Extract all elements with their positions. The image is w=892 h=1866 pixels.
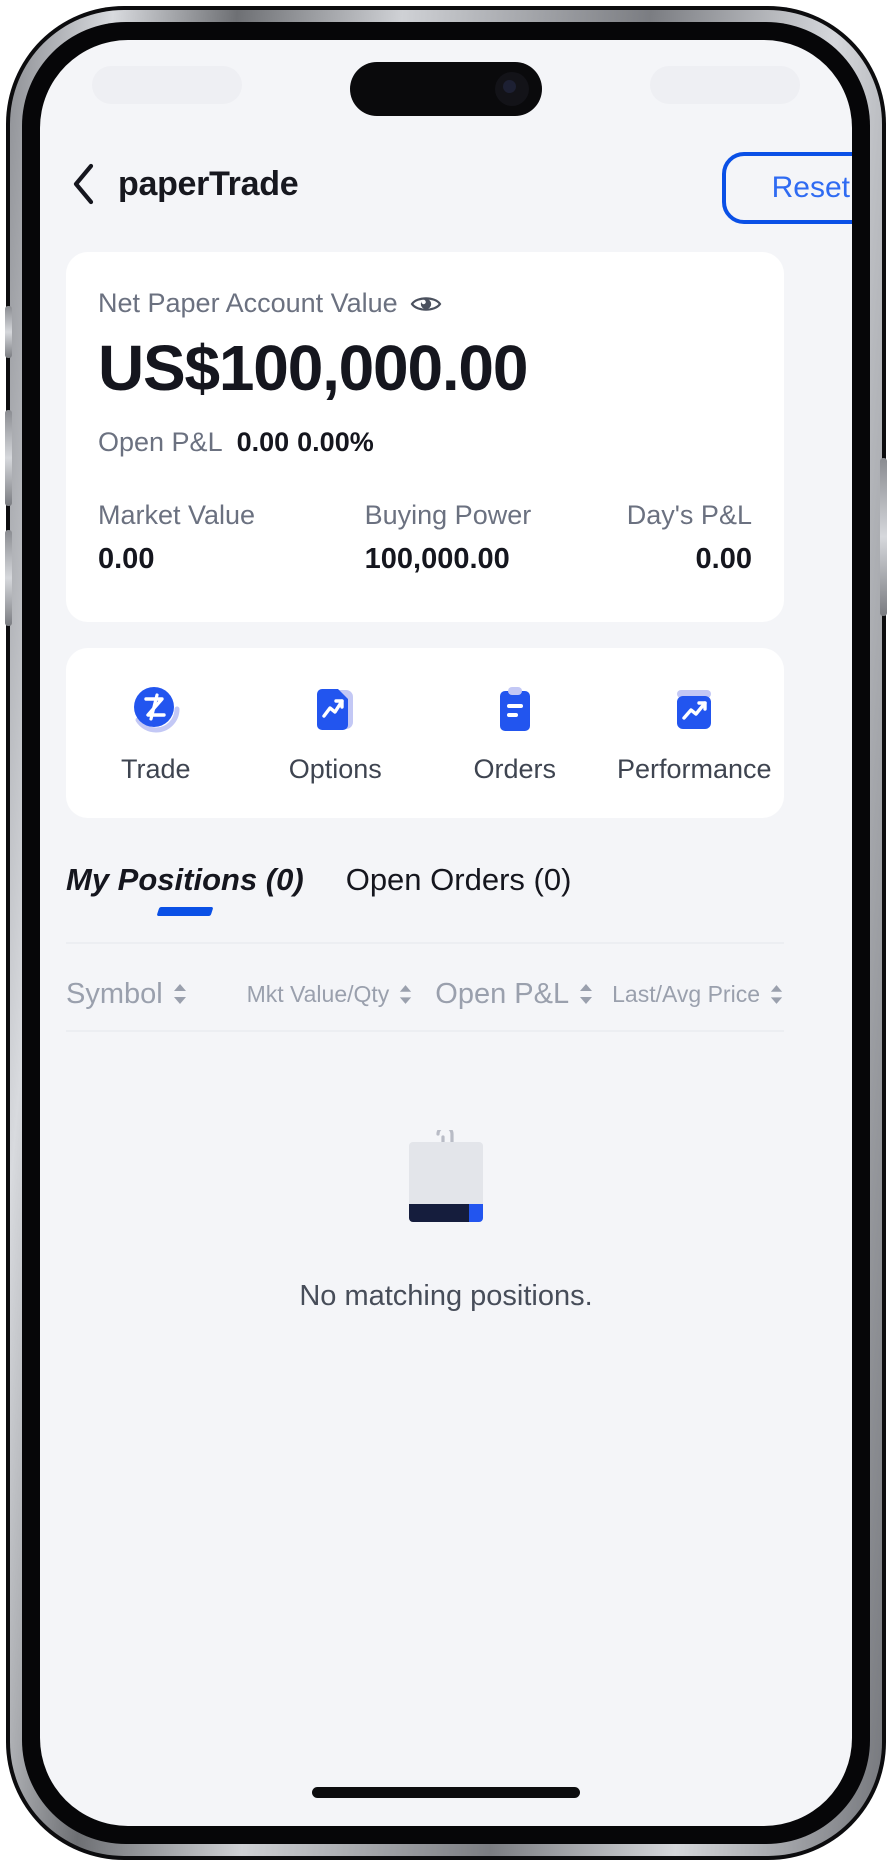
- stat-label: Market Value: [98, 500, 256, 530]
- home-indicator[interactable]: [312, 1787, 580, 1798]
- tab-open-orders[interactable]: Open Orders (0): [346, 862, 572, 914]
- open-pl-label: Open P&L: [98, 427, 223, 457]
- account-summary-card: Net Paper Account Value US$100,000.00 Op…: [66, 252, 784, 622]
- silent-switch[interactable]: [5, 306, 12, 358]
- eye-icon[interactable]: [410, 293, 442, 315]
- sort-updown-icon: [580, 984, 593, 1004]
- account-stats-row: Market Value 0.00 Buying Power 100,000.0…: [98, 500, 752, 576]
- dynamic-island: [350, 62, 542, 116]
- sort-updown-icon: [770, 984, 783, 1004]
- stat-buying-power: Buying Power 100,000.00: [365, 500, 532, 576]
- stat-value: 0.00: [695, 543, 752, 575]
- account-value-label: Net Paper Account Value: [98, 288, 398, 318]
- sort-updown-icon: [173, 984, 186, 1004]
- phone-frame: paperTrade Reset Net Paper Account Value…: [5, 6, 887, 1860]
- empty-state: No matching positions.: [40, 1130, 852, 1313]
- column-label: Symbol: [66, 977, 163, 1010]
- account-value-amount: US$100,000.00: [98, 332, 528, 404]
- phone-screen: paperTrade Reset Net Paper Account Value…: [40, 40, 852, 1826]
- tab-label: Open Orders (0): [345, 862, 572, 897]
- active-tab-indicator: [156, 907, 214, 916]
- empty-document-clip-icon: [409, 1130, 483, 1222]
- action-label: Orders: [473, 753, 557, 784]
- action-performance[interactable]: Performance: [605, 682, 785, 785]
- column-header-open-pl[interactable]: Open P&L: [435, 978, 594, 1011]
- app-content: paperTrade Reset Net Paper Account Value…: [40, 40, 852, 1826]
- column-header-last-avg-price[interactable]: Last/Avg Price: [612, 981, 784, 1008]
- stat-label: Day's P&L: [626, 500, 752, 530]
- tab-label: My Positions (0): [66, 862, 304, 897]
- back-button[interactable]: [66, 161, 100, 207]
- action-options[interactable]: Options: [246, 682, 426, 785]
- trade-circle-icon: [129, 682, 183, 736]
- open-pl-row: Open P&L 0.00 0.00%: [98, 427, 752, 458]
- table-header-divider: [66, 1030, 784, 1032]
- chevron-left-icon: [73, 163, 94, 205]
- volume-up-button[interactable]: [5, 410, 12, 506]
- stat-days-pl: Day's P&L 0.00: [627, 500, 752, 576]
- stat-label: Buying Power: [364, 500, 532, 530]
- volume-down-button[interactable]: [5, 530, 12, 626]
- stat-market-value: Market Value 0.00: [98, 500, 255, 576]
- tabs-divider: [66, 942, 784, 944]
- quick-actions-card: Trade Options Orders Performance: [66, 648, 784, 818]
- column-label: Mkt Value/Qty: [246, 980, 390, 1007]
- stat-value: 100,000.00: [364, 543, 510, 575]
- stat-value: 0.00: [98, 543, 155, 575]
- action-label: Options: [288, 753, 382, 784]
- positions-orders-tabs: My Positions (0) Open Orders (0): [40, 862, 852, 946]
- open-pl-percent: 0.00%: [297, 427, 374, 457]
- column-header-mkt-value-qty[interactable]: Mkt Value/Qty: [247, 981, 414, 1008]
- column-header-symbol[interactable]: Symbol: [66, 978, 188, 1011]
- action-trade[interactable]: Trade: [66, 682, 246, 785]
- tab-my-positions[interactable]: My Positions (0): [66, 862, 304, 916]
- power-button[interactable]: [880, 458, 887, 616]
- performance-chart-icon: [667, 682, 721, 736]
- positions-table-header: Symbol Mkt Value/Qty Open P&L Last/Avg P…: [66, 958, 784, 1030]
- empty-state-message: No matching positions.: [299, 1280, 593, 1312]
- sort-updown-icon: [400, 984, 412, 1004]
- open-pl-value: 0.00: [236, 427, 290, 457]
- navigation-header: paperTrade Reset: [40, 136, 852, 232]
- action-orders[interactable]: Orders: [425, 682, 605, 785]
- reset-button[interactable]: Reset: [721, 152, 852, 224]
- account-value-label-row: Net Paper Account Value: [98, 288, 752, 319]
- options-document-icon: [308, 682, 362, 736]
- action-label: Trade: [120, 753, 191, 784]
- column-label: Open P&L: [435, 977, 570, 1010]
- column-label: Last/Avg Price: [612, 980, 760, 1007]
- action-label: Performance: [616, 753, 772, 784]
- front-camera-icon: [495, 72, 529, 106]
- orders-clipboard-icon: [488, 682, 542, 736]
- page-title: paperTrade: [118, 164, 299, 203]
